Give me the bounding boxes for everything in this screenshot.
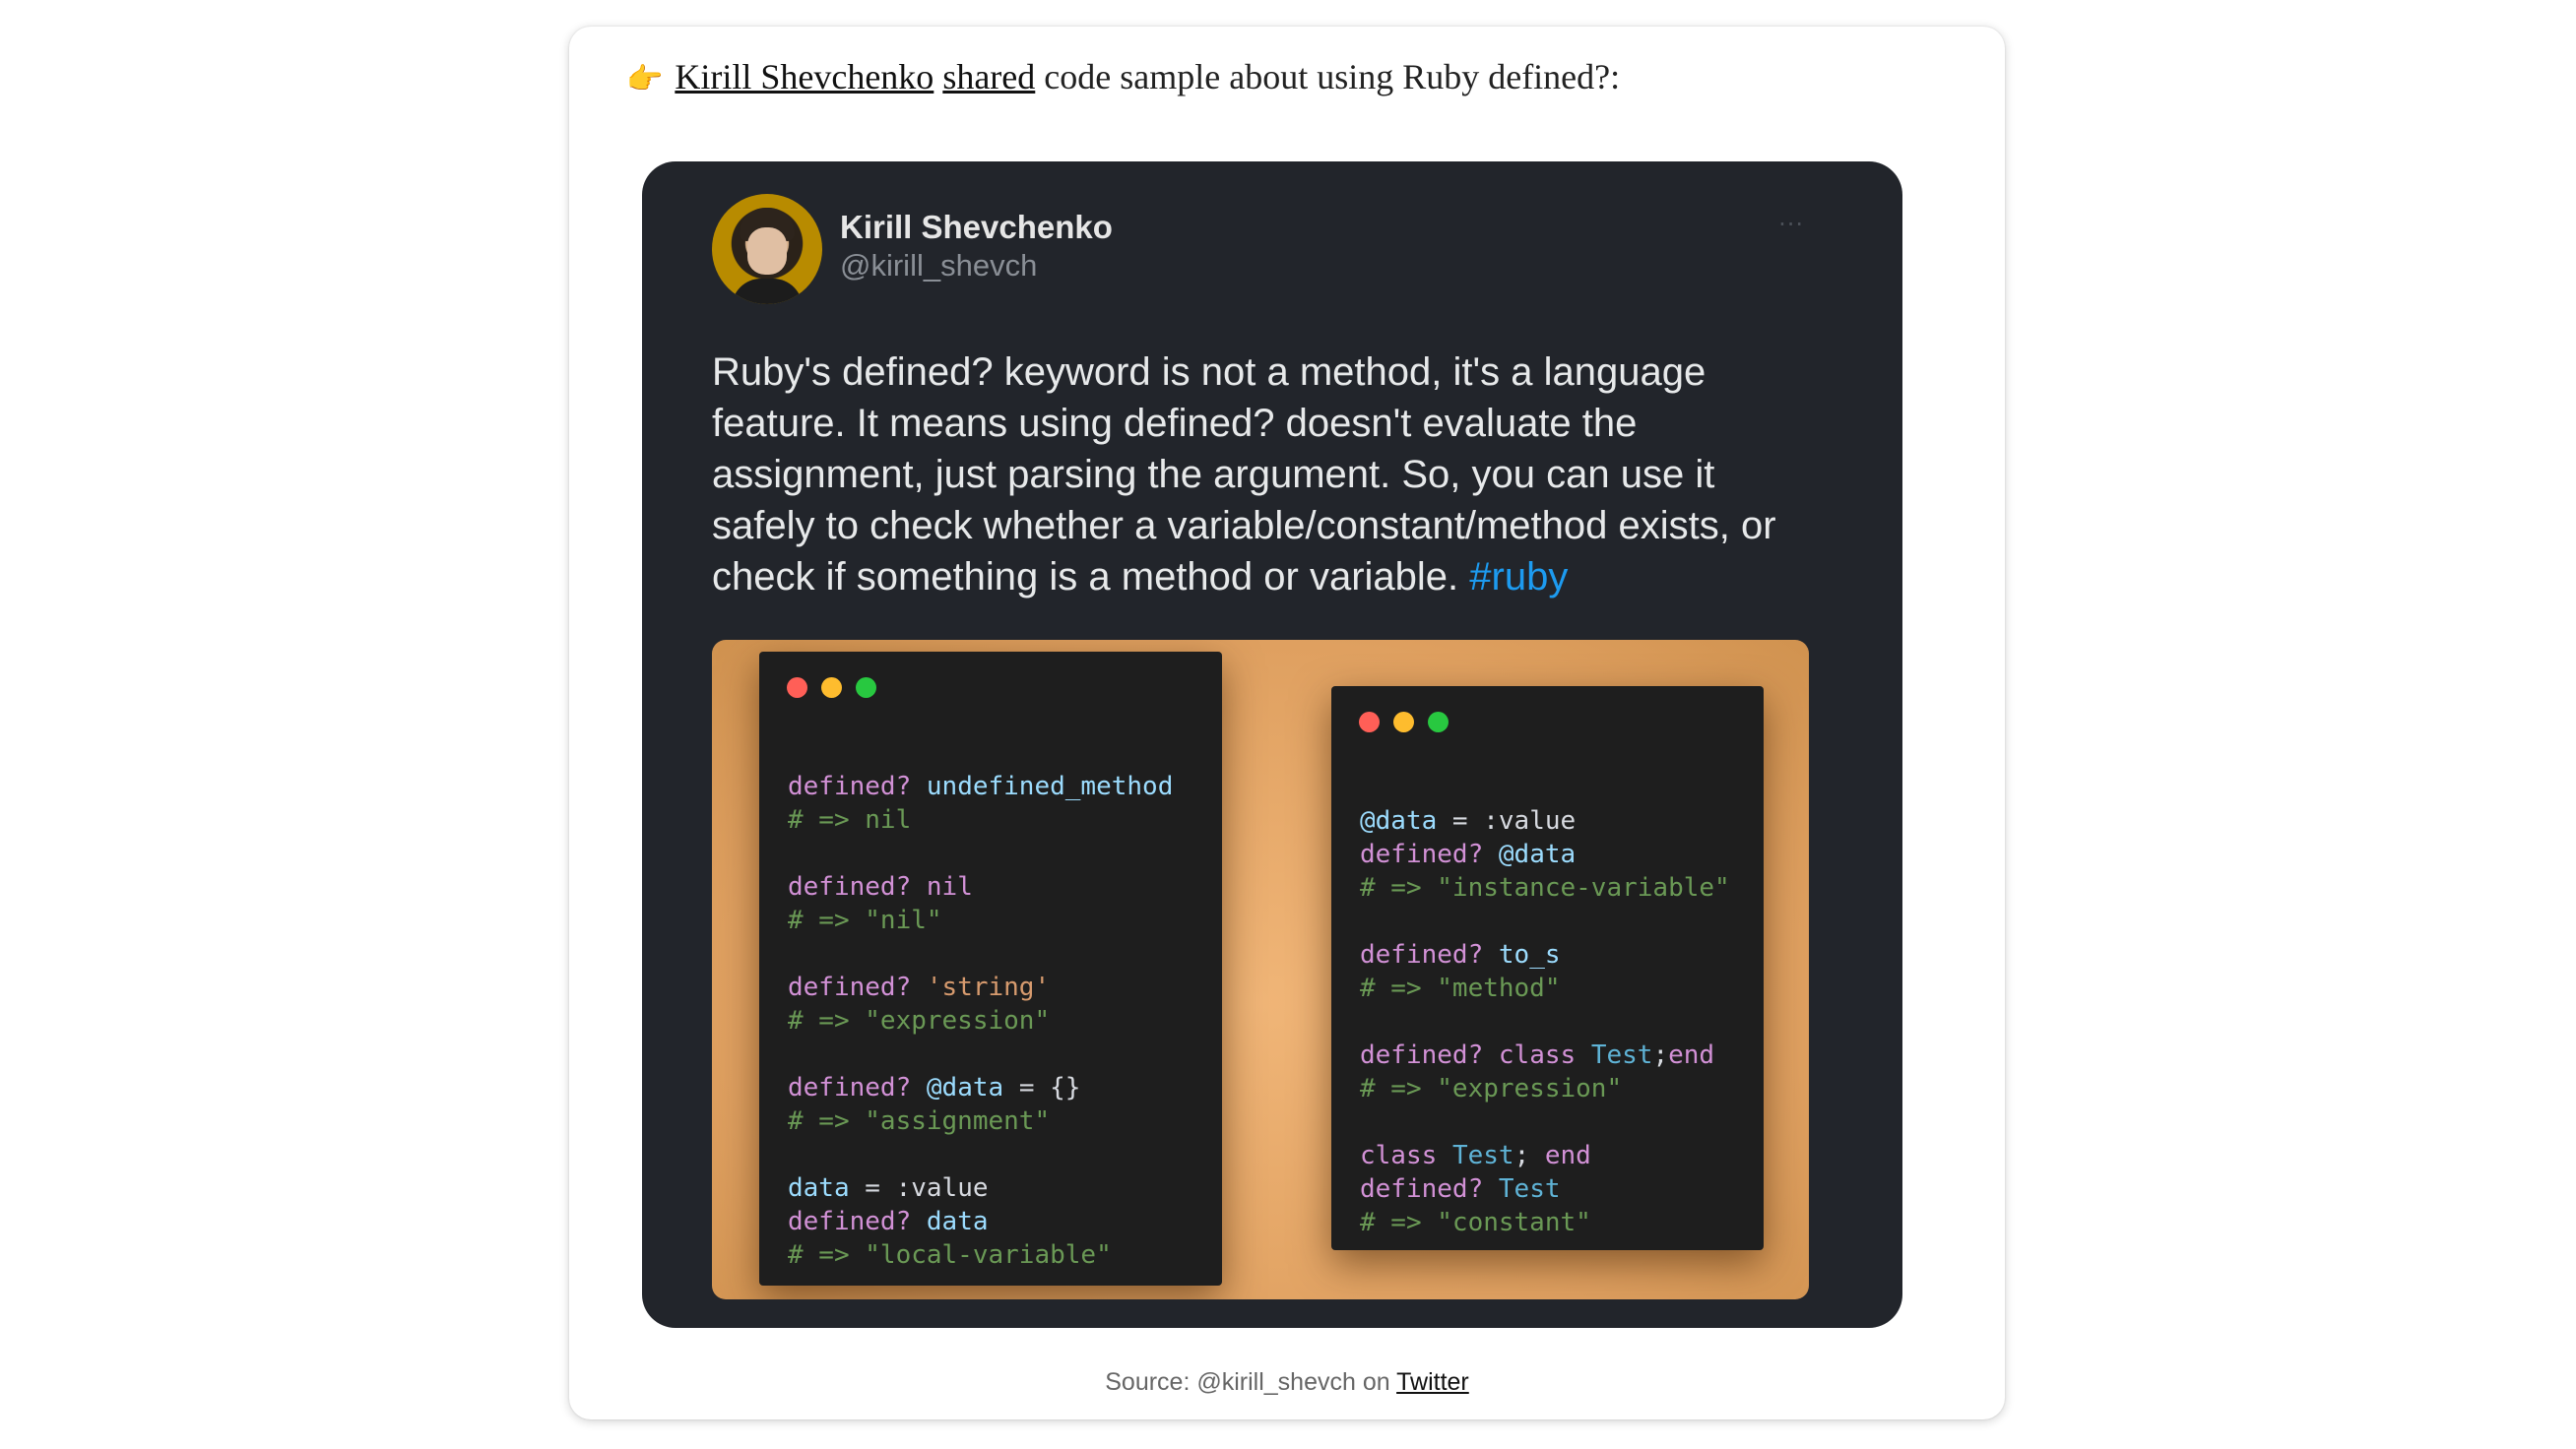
- minimize-dot-icon: [1393, 712, 1414, 732]
- code-line: defined? data: [788, 1207, 989, 1236]
- hashtag-link[interactable]: #ruby: [1469, 555, 1568, 598]
- tweet-author-handle[interactable]: @kirill_shevch: [840, 248, 1037, 284]
- code-comment: # => "method": [1360, 974, 1561, 1003]
- more-options-icon[interactable]: ···: [1778, 211, 1804, 238]
- code-line: defined? @data: [1360, 840, 1577, 869]
- code-window-right: @data = :value defined? @data # => "instan…: [1331, 686, 1764, 1250]
- code-comment: # => "constant": [1360, 1208, 1591, 1237]
- code-comment: # => "instance-variable": [1360, 873, 1730, 903]
- shared-link[interactable]: shared: [942, 57, 1035, 96]
- code-comment: # => "local-variable": [788, 1240, 1112, 1270]
- author-link[interactable]: Kirill Shevchenko: [675, 57, 934, 96]
- window-controls: [1359, 712, 1449, 732]
- code-line: defined? nil: [788, 872, 973, 902]
- code-line: class Test; end: [1360, 1141, 1591, 1170]
- code-line: @data = :value: [1360, 806, 1577, 836]
- code-comment: # => "assignment": [788, 1106, 1051, 1136]
- close-dot-icon: [1359, 712, 1380, 732]
- code-block-left: defined? undefined_method # => nil defined…: [788, 736, 1173, 1299]
- source-caption: Source: @kirill_shevch on Twitter: [569, 1368, 2005, 1397]
- code-comment: # => "nil": [788, 906, 942, 935]
- code-line: defined? @data = {}: [788, 1073, 1081, 1102]
- code-line: defined? undefined_method: [788, 772, 1174, 801]
- source-prefix: Source: @kirill_shevch on: [1105, 1368, 1397, 1396]
- tweet-embed[interactable]: Kirill Shevchenko @kirill_shevch ··· Rub…: [642, 161, 1902, 1328]
- twitter-link[interactable]: Twitter: [1396, 1368, 1469, 1396]
- window-controls: [787, 677, 876, 698]
- code-line: defined? 'string': [788, 973, 1051, 1002]
- minimize-dot-icon: [821, 677, 842, 698]
- code-comment: # => "expression": [1360, 1074, 1623, 1103]
- intro-text: code sample about using Ruby defined?:: [1035, 57, 1621, 96]
- code-line: defined? class Test;end: [1360, 1040, 1715, 1070]
- code-comment: # => "expression": [788, 1006, 1051, 1036]
- maximize-dot-icon: [1428, 712, 1449, 732]
- tweet-body: Ruby's defined? keyword is not a method,…: [712, 350, 1776, 598]
- code-line: data = :value: [788, 1173, 989, 1203]
- code-image: defined? undefined_method # => nil defined…: [712, 640, 1809, 1299]
- post-card: 👉 Kirill Shevchenko shared code sample ab…: [569, 27, 2005, 1419]
- code-block-right: @data = :value defined? @data # => "instan…: [1360, 771, 1730, 1299]
- tweet-text: Ruby's defined? keyword is not a method,…: [712, 346, 1825, 602]
- close-dot-icon: [787, 677, 807, 698]
- intro-line: 👉 Kirill Shevchenko shared code sample ab…: [626, 56, 1620, 97]
- maximize-dot-icon: [856, 677, 876, 698]
- code-line: defined? to_s: [1360, 940, 1561, 970]
- code-comment: # => nil: [788, 805, 912, 835]
- code-line: defined? Test: [1360, 1174, 1561, 1204]
- code-window-left: defined? undefined_method # => nil defined…: [759, 652, 1222, 1286]
- avatar[interactable]: [712, 194, 822, 304]
- tweet-author-name[interactable]: Kirill Shevchenko: [840, 209, 1113, 246]
- pointing-hand-icon: 👉: [626, 62, 664, 96]
